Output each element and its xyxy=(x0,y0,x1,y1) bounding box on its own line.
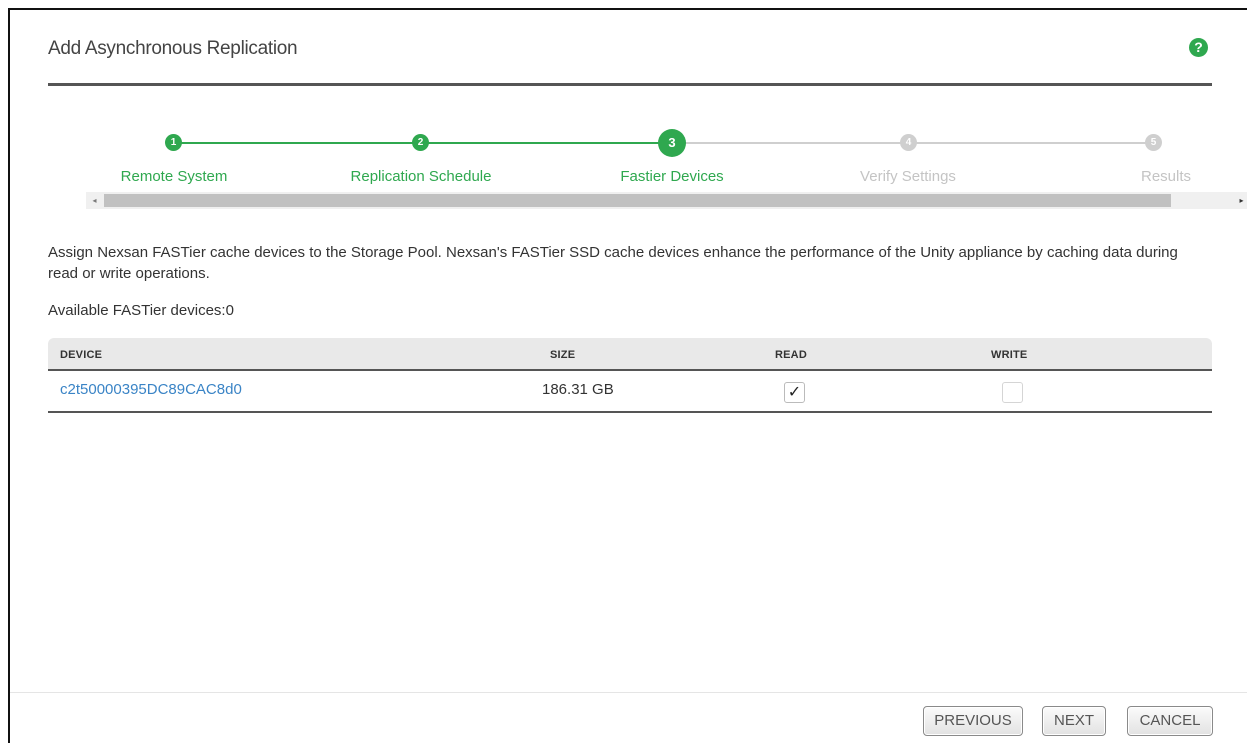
table-row: c2t50000395DC89CAC8d0 186.31 GB ✓ xyxy=(48,371,1212,413)
step-3-circle[interactable]: 3 xyxy=(658,129,686,157)
dialog-title: Add Asynchronous Replication xyxy=(48,38,298,59)
step-5-circle: 5 xyxy=(1145,134,1162,151)
footer-divider xyxy=(10,692,1247,693)
wizard-steps: 1 2 3 4 5 Remote System Replication Sche… xyxy=(48,120,1247,209)
step-3-label[interactable]: Fastier Devices xyxy=(620,168,723,185)
column-header-write: WRITE xyxy=(991,349,1028,361)
step-1-circle[interactable]: 1 xyxy=(165,134,182,151)
step-connector xyxy=(908,142,1148,144)
read-checkbox[interactable]: ✓ xyxy=(784,382,805,403)
scroll-left-icon[interactable]: ◂ xyxy=(86,192,103,209)
description-text: Assign Nexsan FASTier cache devices to t… xyxy=(48,244,1178,282)
cancel-button[interactable]: CANCEL xyxy=(1127,706,1213,736)
next-button[interactable]: NEXT xyxy=(1042,706,1106,736)
title-divider xyxy=(48,83,1212,86)
step-connector xyxy=(174,142,421,144)
column-header-read: READ xyxy=(775,349,807,361)
column-header-size: SIZE xyxy=(550,349,576,361)
table-header: DEVICE SIZE READ WRITE xyxy=(48,338,1212,371)
add-replication-dialog: Add Asynchronous Replication ? 1 2 3 4 5… xyxy=(8,8,1247,743)
step-1-label[interactable]: Remote System xyxy=(121,168,228,185)
help-icon[interactable]: ? xyxy=(1189,38,1208,57)
steps-scrollbar[interactable]: ◂ ▸ xyxy=(86,192,1247,209)
scrollbar-thumb[interactable] xyxy=(104,194,1171,207)
column-header-device: DEVICE xyxy=(60,349,103,361)
scroll-right-icon[interactable]: ▸ xyxy=(1233,192,1247,209)
step-4-label: Verify Settings xyxy=(860,168,956,185)
write-checkbox[interactable] xyxy=(1002,382,1023,403)
device-link[interactable]: c2t50000395DC89CAC8d0 xyxy=(60,381,242,398)
available-devices-text: Available FASTier devices:0 xyxy=(48,302,234,319)
step-connector xyxy=(663,142,908,144)
step-connector xyxy=(421,142,663,144)
device-size: 186.31 GB xyxy=(542,381,614,398)
devices-table: DEVICE SIZE READ WRITE c2t50000395DC89CA… xyxy=(48,338,1212,413)
step-4-circle: 4 xyxy=(900,134,917,151)
step-5-label: Results xyxy=(1140,168,1192,185)
previous-button[interactable]: PREVIOUS xyxy=(923,706,1023,736)
step-2-circle[interactable]: 2 xyxy=(412,134,429,151)
step-2-label[interactable]: Replication Schedule xyxy=(351,168,492,185)
